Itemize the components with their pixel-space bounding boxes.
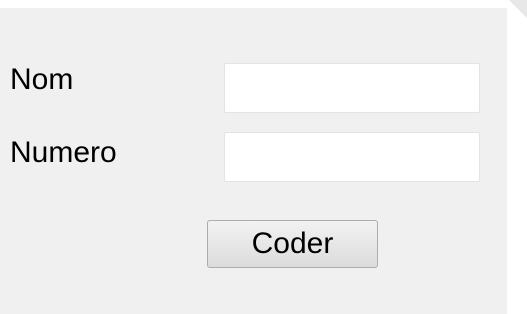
numero-label: Numero bbox=[10, 136, 117, 169]
form-panel: Nom Numero Coder bbox=[0, 8, 507, 314]
numero-input[interactable] bbox=[224, 132, 480, 182]
nom-input[interactable] bbox=[224, 63, 480, 113]
window: Nom Numero Coder bbox=[0, 0, 527, 314]
coder-button[interactable]: Coder bbox=[207, 220, 378, 268]
nom-label: Nom bbox=[10, 63, 74, 96]
